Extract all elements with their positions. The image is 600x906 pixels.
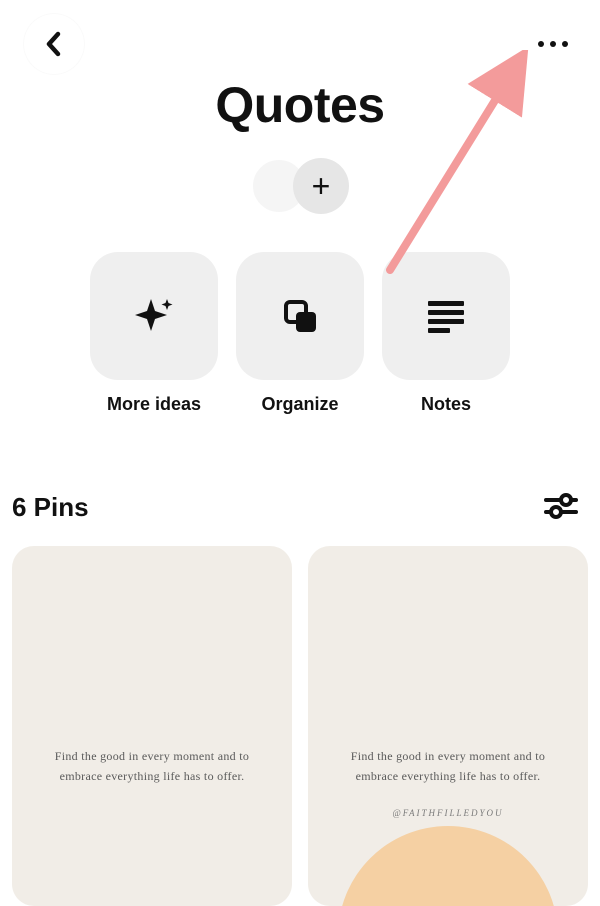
pin-decoration-circle	[338, 826, 558, 906]
notes-label: Notes	[421, 394, 471, 415]
collaborators-row: +	[0, 158, 600, 214]
more-ideas-action: More ideas	[90, 252, 218, 415]
more-horizontal-icon	[562, 41, 568, 47]
pins-header: 6 Pins	[0, 486, 600, 529]
top-bar	[0, 14, 600, 74]
more-ideas-label: More ideas	[107, 394, 201, 415]
more-ideas-button[interactable]	[90, 252, 218, 380]
pin-card[interactable]: Find the good in every moment and to emb…	[12, 546, 292, 906]
sliders-icon	[544, 492, 578, 520]
plus-icon: +	[312, 168, 331, 205]
more-horizontal-icon	[550, 41, 556, 47]
board-title: Quotes	[0, 76, 600, 134]
sparkle-icon	[131, 293, 177, 339]
pin-card[interactable]: Find the good in every moment and to emb…	[308, 546, 588, 906]
pin-handle-text: @FAITHFILLEDYOU	[308, 808, 588, 818]
chevron-left-icon	[44, 30, 64, 58]
organize-button[interactable]	[236, 252, 364, 380]
pins-count: 6 Pins	[12, 492, 89, 523]
pin-quote-text: Find the good in every moment and to emb…	[308, 746, 588, 787]
pins-grid: Find the good in every moment and to emb…	[12, 546, 588, 906]
organize-action: Organize	[236, 252, 364, 415]
organize-label: Organize	[261, 394, 338, 415]
notes-button[interactable]	[382, 252, 510, 380]
filter-button[interactable]	[538, 486, 584, 529]
pin-quote-text: Find the good in every moment and to emb…	[12, 746, 292, 787]
more-options-button[interactable]	[530, 33, 576, 55]
more-horizontal-icon	[538, 41, 544, 47]
lines-icon	[426, 298, 466, 334]
notes-action: Notes	[382, 252, 510, 415]
back-button[interactable]	[24, 14, 84, 74]
duplicate-icon	[279, 295, 321, 337]
add-collaborator-button[interactable]: +	[293, 158, 349, 214]
board-actions: More ideas Organize Notes	[0, 252, 600, 415]
